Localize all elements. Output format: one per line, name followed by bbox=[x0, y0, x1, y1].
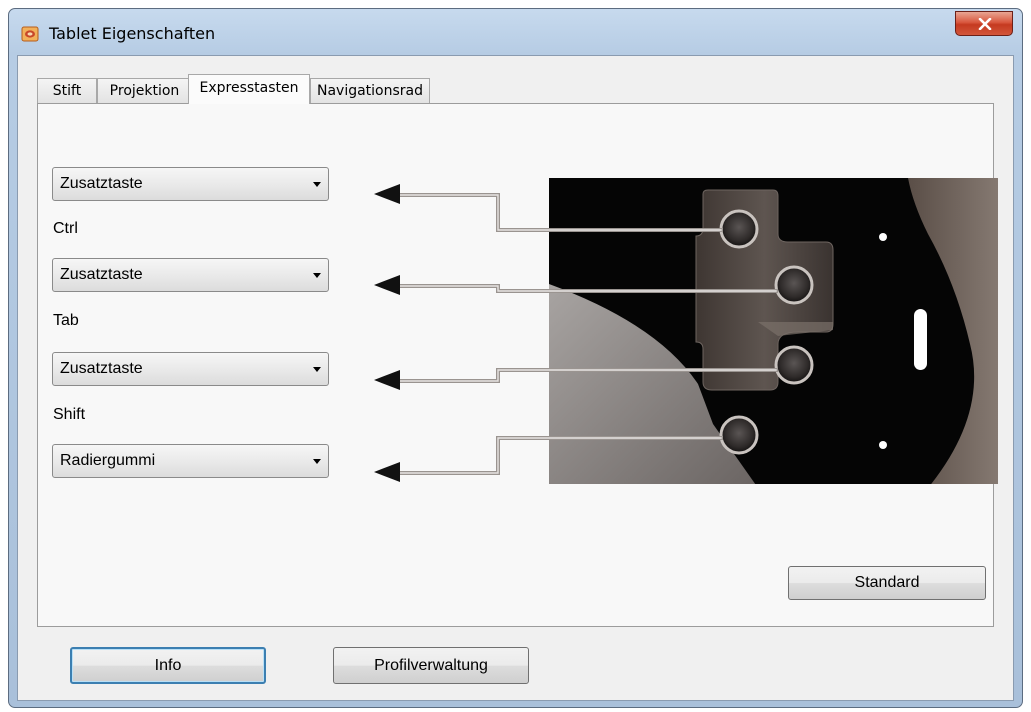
express-keys-panel: Zusatztaste Ctrl Zusatztaste Tab Zusatzt… bbox=[37, 103, 998, 627]
express-key-4-select[interactable]: Radiergummi bbox=[52, 444, 329, 478]
arrow-left-icon bbox=[374, 184, 400, 482]
express-key-1-modifier: Ctrl bbox=[53, 220, 78, 237]
express-key-3-select[interactable]: Zusatztaste bbox=[52, 352, 329, 386]
profile-management-button[interactable]: Profilverwaltung bbox=[333, 647, 529, 684]
express-key-2-select[interactable]: Zusatztaste bbox=[52, 258, 329, 292]
close-button[interactable] bbox=[955, 11, 1013, 36]
window-title: Tablet Eigenschaften bbox=[49, 24, 216, 43]
chevron-down-icon bbox=[313, 182, 321, 187]
tab-expresstasten[interactable]: Expresstasten bbox=[188, 74, 310, 104]
tab-stift[interactable]: Stift bbox=[37, 78, 97, 103]
tab-projektion[interactable]: Projektion bbox=[97, 78, 192, 103]
express-key-3-modifier: Shift bbox=[53, 406, 86, 423]
express-key-2-modifier: Tab bbox=[53, 312, 79, 329]
title-bar[interactable]: Tablet Eigenschaften bbox=[9, 9, 1022, 55]
info-button[interactable]: Info bbox=[70, 647, 266, 684]
tab-navigationsrad[interactable]: Navigationsrad bbox=[310, 78, 430, 103]
dialog-client-area: Stift Projektion Expresstasten Navigatio… bbox=[17, 55, 1014, 701]
express-key-diagram bbox=[374, 178, 998, 484]
express-key-4-value: Radiergummi bbox=[60, 452, 156, 469]
express-key-1-value: Zusatztaste bbox=[60, 175, 143, 192]
express-key-3-value: Zusatztaste bbox=[60, 360, 143, 377]
chevron-down-icon bbox=[313, 367, 321, 372]
chevron-down-icon bbox=[313, 273, 321, 278]
close-icon bbox=[978, 18, 992, 30]
standard-button[interactable]: Standard bbox=[788, 566, 986, 600]
express-key-2-value: Zusatztaste bbox=[60, 266, 143, 283]
tablet-app-icon bbox=[21, 26, 39, 42]
express-key-1-select[interactable]: Zusatztaste bbox=[52, 167, 329, 201]
chevron-down-icon bbox=[313, 459, 321, 464]
properties-window: Tablet Eigenschaften Stift Projektion Ex… bbox=[8, 8, 1023, 708]
